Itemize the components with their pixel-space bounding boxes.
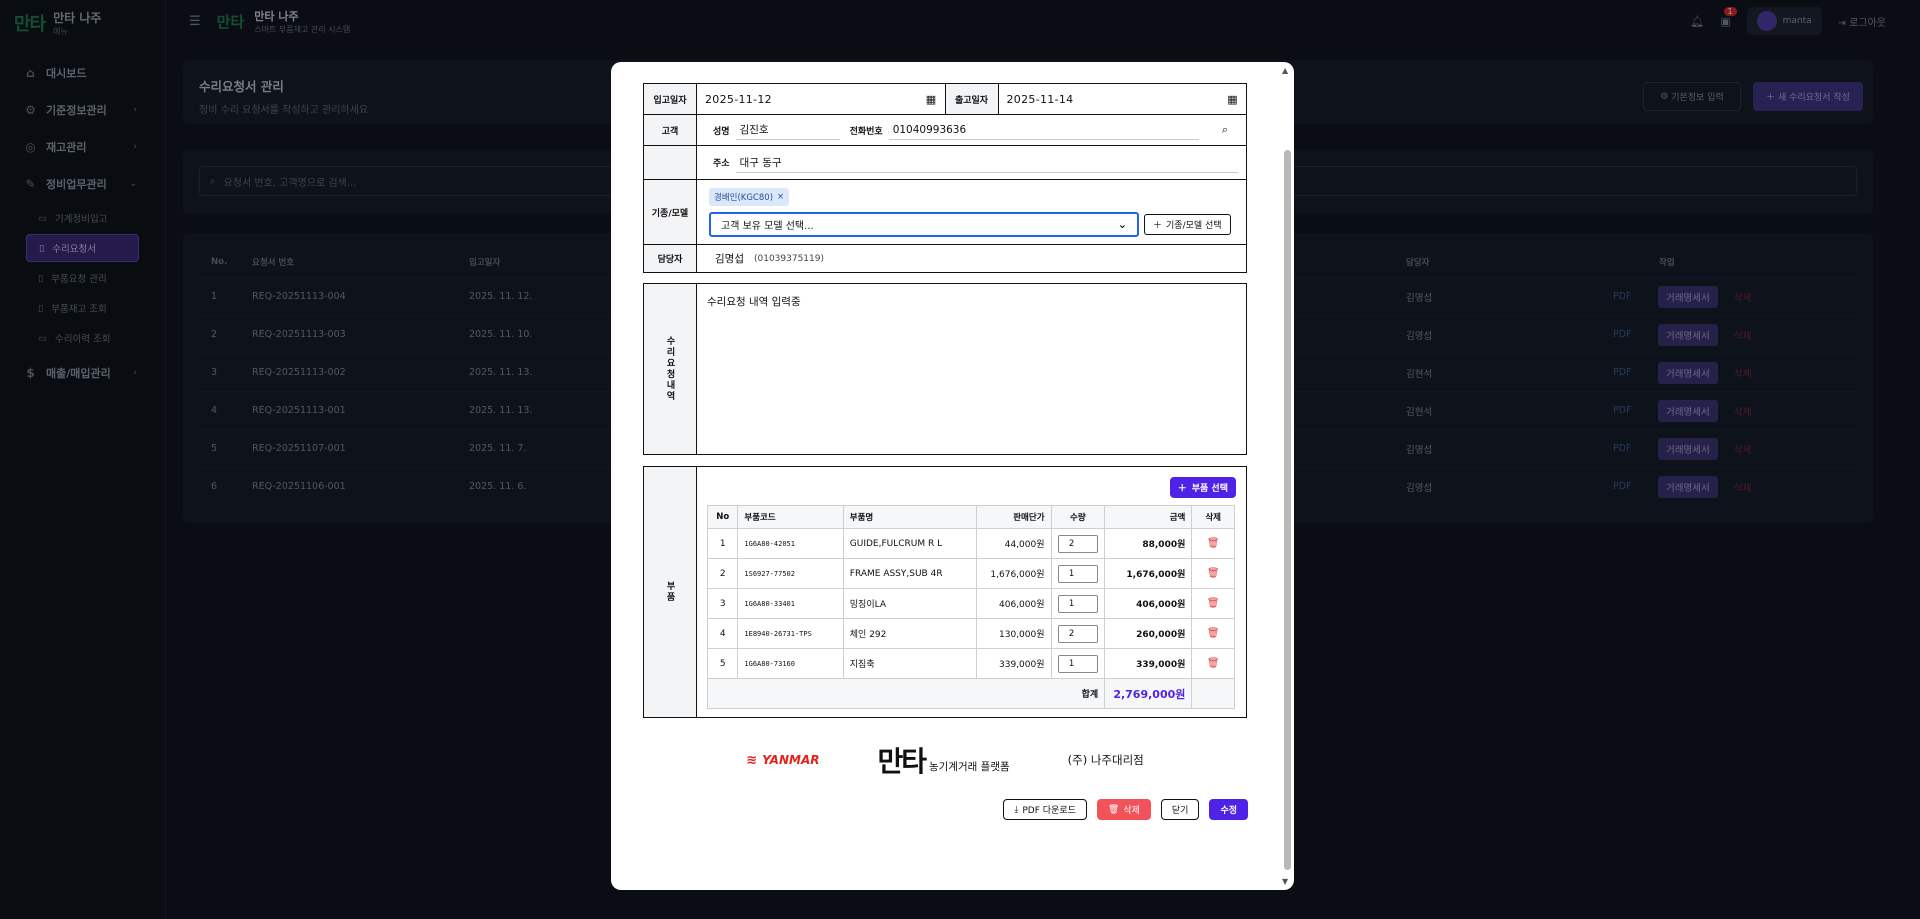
part-code: 1G6A80-33401 <box>737 588 844 619</box>
download-icon: ⤓ <box>1014 804 1019 815</box>
unit-price: 130,000원 <box>975 618 1052 649</box>
part-name: 지짐축 <box>842 648 977 679</box>
manta-logo: 만타 농기계거래 플랫폼 <box>877 745 1010 778</box>
amount: 260,000원 <box>1104 618 1193 649</box>
model-chip: 경배인(KGC80) × <box>709 187 790 206</box>
info-table: 입고일자 2025-11-12 ▦ 출고일자 2025-11-14 ▦ 고객 성명 … <box>643 83 1247 273</box>
trash-icon[interactable]: 🗑︎ <box>1207 538 1220 549</box>
part-name: 체인 292 <box>842 618 977 649</box>
name-label: 성명 <box>713 126 730 137</box>
part-code: 1S6927-77502 <box>737 558 844 589</box>
parts-total: 2,769,000원 <box>1104 678 1193 709</box>
close-button[interactable]: 닫기 <box>1160 799 1200 820</box>
parts-header-row: No 부품코드 부품명 판매단가 수량 금액 삭제 <box>706 505 1235 529</box>
phone-input[interactable]: 01040993636 <box>888 120 1199 140</box>
trash-icon[interactable]: 🗑︎ <box>1207 598 1220 609</box>
quantity-input[interactable]: 1 <box>1057 654 1098 673</box>
chevron-down-icon: ⌄ <box>1117 217 1127 231</box>
request-section: 수리요청내역 수리요청 내역 입력중 <box>643 283 1247 455</box>
delete-button[interactable]: 🗑︎ 삭제 <box>1096 799 1151 820</box>
quantity-input[interactable]: 2 <box>1057 534 1098 553</box>
unit-price: 1,676,000원 <box>975 558 1052 589</box>
scroll-up-icon[interactable]: ▲ <box>1282 66 1288 75</box>
parts-section: 부품 ＋ 부품 선택 No 부품코드 부품명 판매단가 수량 금액 삭제 1 1G… <box>643 466 1247 718</box>
search-icon[interactable]: ⌕ <box>1222 123 1228 137</box>
parts-row: 2 1S6927-77502 FRAME ASSY,SUB 4R 1,676,000원… <box>706 558 1235 589</box>
unit-price: 44,000원 <box>975 528 1052 559</box>
amount: 88,000원 <box>1104 528 1193 559</box>
model-label: 기종/모델 <box>644 180 697 244</box>
model-select-button[interactable]: ＋ 기종/모델 선택 <box>1144 213 1231 235</box>
calendar-icon[interactable]: ▦ <box>926 93 937 106</box>
out-date-label: 출고일자 <box>945 84 999 114</box>
name-input[interactable]: 김진호 <box>735 120 840 140</box>
parts-row: 5 1G6A80-73160 지짐축 339,000원 1 339,000원 🗑︎ <box>706 648 1235 679</box>
unit-price: 339,000원 <box>975 648 1052 679</box>
trash-icon: 🗑︎ <box>1107 804 1120 815</box>
model-select[interactable]: 고객 보유 모델 선택... ⌄ <box>709 211 1139 237</box>
phone-label: 전화번호 <box>849 126 883 137</box>
part-name: FRAME ASSY,SUB 4R <box>842 558 977 589</box>
part-code: 1E8940-26731-TPS <box>737 618 844 649</box>
request-label: 수리요청내역 <box>644 284 697 454</box>
in-date-input[interactable]: 2025-11-12 ▦ <box>697 84 946 114</box>
amount: 406,000원 <box>1104 588 1193 619</box>
in-date-label: 입고일자 <box>644 84 697 114</box>
part-code: 1G6A80-73160 <box>737 648 844 679</box>
close-icon[interactable]: × <box>777 192 784 202</box>
scrollbar-thumb[interactable] <box>1284 150 1291 870</box>
staff-label: 담당자 <box>644 245 697 272</box>
modal-actions: ⤓ PDF 다운로드 🗑︎ 삭제 닫기 수정 <box>1003 799 1248 820</box>
parts-row: 4 1E8940-26731-TPS 체인 292 130,000원 2 260,000원… <box>706 618 1235 649</box>
staff-name: 김명섭 <box>715 253 744 265</box>
trash-icon[interactable]: 🗑︎ <box>1207 658 1220 669</box>
out-date-input[interactable]: 2025-11-14 ▦ <box>999 84 1247 114</box>
edit-button[interactable]: 수정 <box>1209 799 1248 820</box>
part-name: 밍징이LA <box>842 588 977 619</box>
parts-row: 1 1G6A80-42051 GUIDE,FULCRUM R L 44,000원 2 88… <box>706 528 1235 559</box>
part-name: GUIDE,FULCRUM R L <box>842 528 977 559</box>
scroll-down-icon[interactable]: ▼ <box>1282 877 1288 886</box>
pdf-download-button[interactable]: ⤓ PDF 다운로드 <box>1003 799 1087 820</box>
unit-price: 406,000원 <box>975 588 1052 619</box>
modal-scrollbar[interactable]: ▲ ▼ <box>1282 66 1292 886</box>
trash-icon[interactable]: 🗑︎ <box>1207 628 1220 639</box>
quantity-input[interactable]: 1 <box>1057 564 1098 583</box>
quantity-input[interactable]: 2 <box>1057 624 1098 643</box>
repair-request-modal: ▲ ▼ 입고일자 2025-11-12 ▦ 출고일자 2025-11-14 ▦ 고객… <box>611 62 1294 890</box>
parts-label: 부품 <box>644 467 697 717</box>
parts-table: No 부품코드 부품명 판매단가 수량 금액 삭제 1 1G6A80-42051 G… <box>706 505 1235 709</box>
calendar-icon[interactable]: ▦ <box>1227 93 1238 106</box>
staff-phone: (01039375119) <box>753 253 824 264</box>
customer-label: 고객 <box>644 115 697 145</box>
logo-row: ≋ YANMAR 만타 농기계거래 플랫폼 (주) 나주대리점 <box>643 740 1247 780</box>
trash-icon[interactable]: 🗑︎ <box>1207 568 1220 579</box>
select-parts-button[interactable]: ＋ 부품 선택 <box>1169 477 1236 498</box>
dealer-name: (주) 나주대리점 <box>1067 753 1144 767</box>
parts-total-row: 합계 2,769,000원 <box>706 678 1235 709</box>
request-textarea[interactable]: 수리요청 내역 입력중 <box>697 284 1246 454</box>
address-input[interactable]: 대구 동구 <box>735 153 1238 173</box>
part-code: 1G6A80-42051 <box>737 528 844 559</box>
amount: 339,000원 <box>1104 648 1193 679</box>
address-label: 주소 <box>713 159 730 169</box>
quantity-input[interactable]: 1 <box>1057 594 1098 613</box>
parts-row: 3 1G6A80-33401 밍징이LA 406,000원 1 406,000원 🗑︎ <box>706 588 1235 619</box>
amount: 1,676,000원 <box>1104 558 1193 589</box>
yanmar-logo: ≋ YANMAR <box>746 752 820 768</box>
